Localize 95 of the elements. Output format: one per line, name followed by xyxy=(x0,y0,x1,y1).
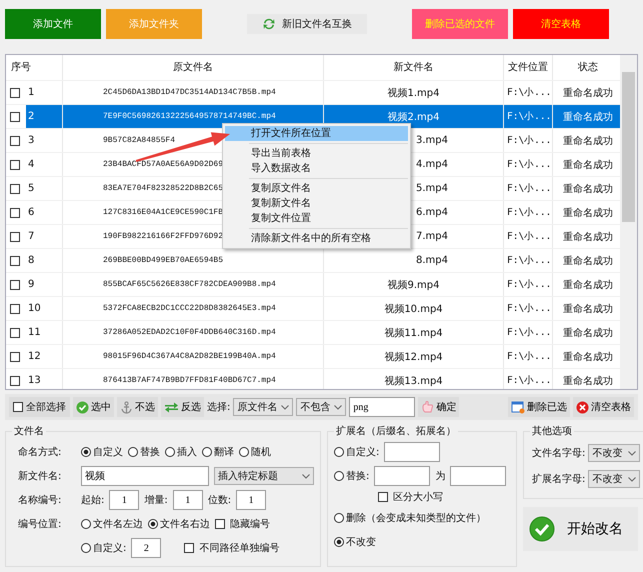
table-cell: 7E9F0C569826132225649578714749BC.mp4 xyxy=(63,105,324,128)
column-header[interactable]: 原文件名 xyxy=(63,55,324,80)
field-dropdown[interactable]: 原文件名 xyxy=(233,398,294,416)
field-label: 位数: xyxy=(208,494,232,507)
row-number: 2 xyxy=(26,105,62,128)
column-header[interactable]: 新文件名 xyxy=(324,55,504,80)
radio-button[interactable]: 随机 xyxy=(239,445,271,459)
table-cell: 2C45D6DA13BD1D47DC3514AD134C7B5B.mp4 xyxy=(63,81,324,104)
field-label: 增量: xyxy=(144,494,168,507)
toolbar-button[interactable]: 反选 xyxy=(161,397,204,417)
table-cell: F:\小... xyxy=(504,201,553,224)
start-rename-button[interactable]: 开始改名 xyxy=(523,507,638,551)
table-cell: 855BCAF65C5626E838CF782CDEA909B8.mp4 xyxy=(63,273,324,296)
table-cell: 视频10.mp4 xyxy=(324,297,504,320)
column-header[interactable]: 序号 xyxy=(6,55,63,80)
new-name-field[interactable]: 视频 xyxy=(81,466,209,486)
row-number: 3 xyxy=(27,134,36,148)
radio-button[interactable]: 文件名右边 xyxy=(148,517,210,531)
checkbox[interactable]: 不同路径单独编号 xyxy=(184,541,280,555)
toolbar-button[interactable]: 选中 xyxy=(73,397,114,417)
row-number: 10 xyxy=(27,302,42,316)
row-number: 4 xyxy=(27,158,36,172)
radio-button[interactable]: 不改变 xyxy=(334,535,376,549)
radio-button[interactable]: 翻译 xyxy=(202,445,234,459)
table-cell: F:\小... xyxy=(504,153,553,176)
group-title: 其他选项 xyxy=(531,424,573,438)
radio-button[interactable]: 自定义: xyxy=(334,445,380,459)
insert-dropdown[interactable]: 插入特定标题 xyxy=(214,467,314,485)
row-number: 12 xyxy=(27,350,42,364)
field-label: 新文件名: xyxy=(18,470,62,483)
radio-button[interactable]: 删除（会变成未知类型的文件） xyxy=(334,511,486,525)
row-number: 9 xyxy=(27,278,36,292)
radio-button[interactable]: 替换 xyxy=(128,445,160,459)
start-field[interactable]: 1 xyxy=(109,490,140,510)
row-number: 7 xyxy=(27,230,36,244)
table-cell: F:\小... xyxy=(504,225,553,248)
table-cell: 37286A052EDAD2C10F0F4DDB640C316D.mp4 xyxy=(63,321,324,344)
table-cell: F:\小... xyxy=(504,249,553,272)
field-label: 文件名字母: xyxy=(532,446,586,460)
condition-dropdown[interactable]: 不包含 xyxy=(296,398,346,416)
table-cell: F:\小... xyxy=(504,129,553,152)
field-label: 起始: xyxy=(81,494,104,507)
toolbar-button[interactable]: 不选 xyxy=(117,397,158,417)
menu-item[interactable]: 打开文件所在位置 xyxy=(225,126,408,141)
table-cell: F:\小... xyxy=(504,345,553,368)
row-number: 5 xyxy=(27,182,36,196)
toolbar-button[interactable]: 新旧文件名互换 xyxy=(247,14,367,34)
select-all-checkbox[interactable]: 全部选择 xyxy=(9,397,70,417)
toolbar-button[interactable]: 添加文件 xyxy=(5,9,101,39)
clear-table-button[interactable]: 清空表格 xyxy=(573,397,634,417)
field-label: 扩展名字母: xyxy=(532,472,586,486)
table-cell: 876413B7AF747B9BD7FFD81F40BD67C7.mp4 xyxy=(63,369,324,389)
digits-field[interactable]: 1 xyxy=(236,490,266,510)
radio-button[interactable]: 自定义: xyxy=(81,541,126,555)
table-cell: 视频11.mp4 xyxy=(324,321,504,344)
delete-selected-button[interactable]: 删除已选 xyxy=(508,397,570,417)
table-cell: F:\小... xyxy=(504,297,553,320)
table-cell: F:\小... xyxy=(504,105,553,128)
step-field[interactable]: 1 xyxy=(172,490,203,510)
radio-button[interactable]: 替换: xyxy=(334,469,370,483)
row-number: 11 xyxy=(27,326,42,340)
letter-case-dropdown[interactable]: 不改变 xyxy=(588,470,640,488)
radio-button[interactable]: 自定义 xyxy=(81,445,123,459)
radio-button[interactable]: 插入 xyxy=(165,445,197,459)
table-cell: F:\小... xyxy=(504,321,553,344)
row-number: 13 xyxy=(27,374,42,388)
field-label: 命名方式: xyxy=(18,446,62,459)
radio-button[interactable]: 文件名左边 xyxy=(81,517,143,531)
table-cell: F:\小... xyxy=(504,273,553,296)
group-title: 文件名 xyxy=(13,424,45,438)
field-label: 名称编号: xyxy=(18,494,62,507)
filter-label: 选择: xyxy=(207,400,230,414)
table-cell: 5372FCA8ECB2DC1CCC22D8D8382645E3.mp4 xyxy=(63,297,324,320)
table-cell: 98015F96D4C367A4C8A2D82BE199B40A.mp4 xyxy=(63,345,324,368)
row-number: 6 xyxy=(27,206,36,220)
group-title: 扩展名（后缀名、拓展名） xyxy=(335,424,457,438)
row-number: 1 xyxy=(27,86,36,100)
table-cell: F:\小... xyxy=(504,369,553,389)
table-cell: 视频1.mp4 xyxy=(324,81,504,104)
letter-case-dropdown[interactable]: 不改变 xyxy=(588,444,640,462)
toolbar-button[interactable]: 清空表格 xyxy=(513,9,609,39)
field-label: 为 xyxy=(435,470,446,483)
confirm-button[interactable]: 确定 xyxy=(418,397,460,417)
table-cell: F:\小... xyxy=(504,177,553,200)
table-cell: F:\小... xyxy=(504,81,553,104)
table-cell: 视频12.mp4 xyxy=(324,345,504,368)
checkbox[interactable]: 隐藏编号 xyxy=(215,517,270,531)
column-header[interactable]: 文件位置 xyxy=(504,55,553,80)
checkbox[interactable]: 区分大小写 xyxy=(378,490,443,504)
table-cell: 视频13.mp4 xyxy=(324,369,504,389)
row-number: 8 xyxy=(27,254,36,268)
custom-position-field[interactable]: 2 xyxy=(131,538,162,558)
field-label: 编号位置: xyxy=(18,518,62,531)
table-cell: 视频9.mp4 xyxy=(324,273,504,296)
filter-field[interactable]: png xyxy=(349,397,416,417)
